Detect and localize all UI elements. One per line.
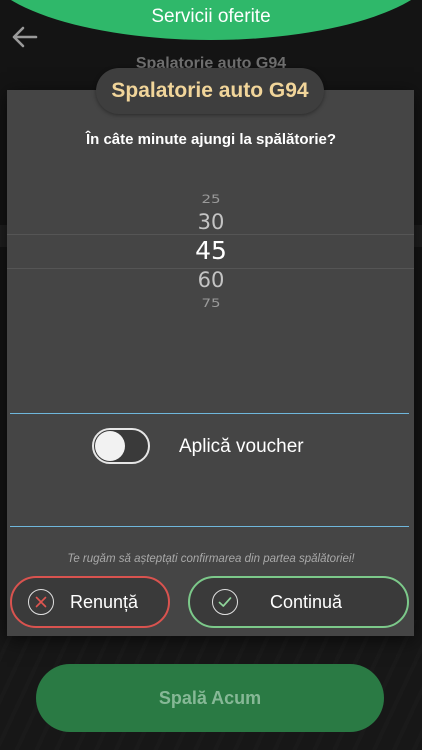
back-arrow-icon[interactable] xyxy=(10,24,38,50)
confirmation-notice: Te rugăm să aștepta̦ti confirmarea din p… xyxy=(67,553,355,565)
toggle-knob xyxy=(95,431,125,461)
picker-option[interactable]: 25 xyxy=(0,192,422,206)
dialog-title: Spalatorie auto G94 xyxy=(96,68,324,114)
picker-option[interactable]: 60 xyxy=(0,268,422,292)
cancel-button[interactable]: Renunță xyxy=(10,576,170,628)
voucher-label: Aplică voucher xyxy=(179,436,304,457)
arrival-question: În câte minute ajungi la spălătorie? xyxy=(85,131,337,148)
cancel-button-label: Renunță xyxy=(70,591,139,612)
divider-bottom xyxy=(10,526,409,527)
divider-top xyxy=(10,413,409,414)
continue-button[interactable]: Continuă xyxy=(188,576,409,628)
minutes-picker[interactable]: 25 30 45 60 75 xyxy=(0,186,422,316)
continue-button-label: Continuă xyxy=(270,591,343,612)
picker-option[interactable]: 75 xyxy=(0,296,422,310)
close-icon xyxy=(28,589,54,615)
picker-option-selected[interactable]: 45 xyxy=(0,236,422,265)
picker-option[interactable]: 30 xyxy=(0,210,422,234)
picker-selection-line-top xyxy=(7,234,414,235)
page-title: Servicii oferite xyxy=(151,6,271,27)
check-icon xyxy=(212,589,238,615)
voucher-toggle[interactable] xyxy=(92,428,150,464)
wash-now-button[interactable]: Spală Acum xyxy=(36,664,384,732)
